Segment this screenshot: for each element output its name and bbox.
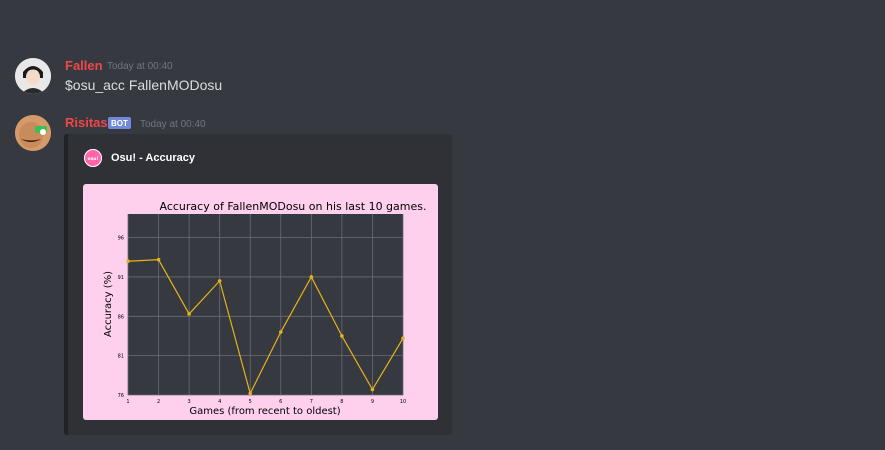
data-point [340, 334, 344, 338]
embed-author-name: Osu! - Accuracy [111, 152, 195, 164]
x-tick-label: 9 [371, 399, 374, 405]
osu-logo-icon: osu! [84, 149, 102, 167]
y-ticks: 76 81 86 91 96 [118, 236, 124, 399]
x-ticks: 1 2 3 4 5 6 7 8 9 10 [126, 399, 406, 405]
data-point [217, 279, 222, 283]
author-name[interactable]: Risitas [65, 115, 108, 130]
data-point [248, 391, 253, 396]
y-tick-label: 76 [118, 393, 124, 399]
accuracy-chart: Accuracy of FallenMODosu on his last 10 … [103, 200, 427, 417]
y-tick-label: 86 [118, 314, 124, 320]
x-tick-label: 8 [340, 399, 343, 405]
x-tick-label: 4 [218, 399, 221, 405]
data-point [370, 387, 375, 392]
embed-image[interactable]: Accuracy of FallenMODosu on his last 10 … [83, 184, 438, 420]
x-tick-label: 1 [126, 399, 129, 405]
y-tick-label: 81 [118, 354, 124, 360]
avatar[interactable] [15, 115, 51, 151]
y-axis-label: Accuracy (%) [103, 271, 114, 337]
data-point [309, 275, 314, 279]
x-tick-label: 7 [310, 399, 313, 405]
user-avatar-icon [15, 58, 51, 94]
avatar[interactable] [15, 58, 51, 94]
x-axis-label: Games (from recent to oldest) [189, 406, 340, 417]
data-point [126, 259, 130, 264]
bot-avatar-icon [15, 115, 51, 151]
x-tick-label: 6 [279, 399, 282, 405]
timestamp: Today at 00:40 [107, 61, 173, 72]
chart-title: Accuracy of FallenMODosu on his last 10 … [160, 200, 427, 213]
timestamp: Today at 00:40 [140, 119, 206, 130]
data-point [401, 336, 405, 341]
osu-logo-text: osu! [87, 156, 98, 162]
x-tick-label: 5 [249, 399, 252, 405]
x-tick-label: 2 [157, 399, 160, 405]
message-1: Fallen Today at 00:40 $osu_acc FallenMOD… [0, 55, 885, 95]
embed: osu! Osu! - Accuracy Accuracy of FallenM… [64, 134, 452, 435]
data-point [187, 312, 191, 316]
y-tick-label: 91 [118, 275, 124, 281]
data-point [278, 330, 283, 334]
y-tick-label: 96 [118, 236, 124, 242]
data-point [156, 257, 161, 262]
x-tick-label: 3 [188, 399, 191, 405]
author-name[interactable]: Fallen [65, 58, 103, 73]
x-tick-label: 10 [400, 399, 406, 405]
message-content: $osu_acc FallenMODosu [65, 77, 223, 93]
bot-badge: BOT [108, 117, 131, 129]
plot-area [128, 214, 403, 395]
